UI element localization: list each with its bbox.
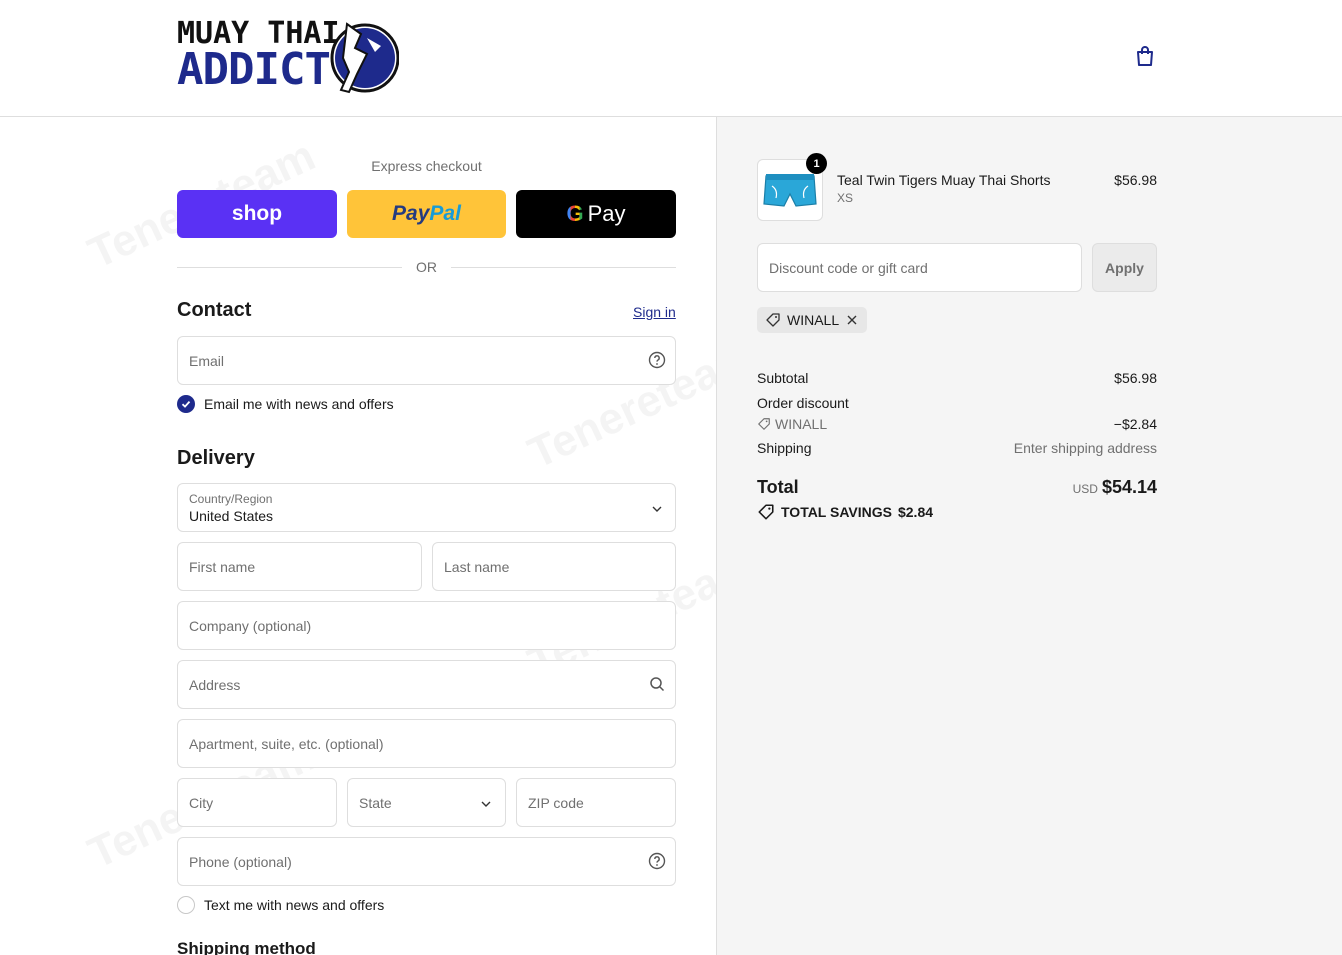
shopping-bag-icon[interactable] bbox=[1133, 44, 1157, 68]
fighter-emblem-icon bbox=[330, 22, 399, 94]
search-icon bbox=[650, 677, 665, 692]
email-news-checkbox-row[interactable]: Email me with news and offers bbox=[177, 394, 394, 414]
apartment-placeholder: Apartment, suite, etc. (optional) bbox=[189, 736, 384, 752]
google-g-icon: G bbox=[566, 201, 584, 226]
or-divider: OR bbox=[177, 259, 676, 275]
total-amount-row: USD $54.14 bbox=[957, 477, 1157, 498]
paypal-label-part1: Pay bbox=[392, 202, 430, 225]
total-label: Total bbox=[757, 477, 799, 497]
product-variant: XS bbox=[837, 191, 854, 205]
country-label: Country/Region bbox=[189, 492, 273, 506]
total-value: $54.14 bbox=[1101, 477, 1157, 497]
state-select[interactable]: State bbox=[347, 778, 506, 827]
discount-code-text: WINALL bbox=[775, 416, 828, 432]
city-field[interactable]: City bbox=[177, 778, 337, 827]
discount-placeholder: Discount code or gift card bbox=[769, 260, 928, 276]
logo-line-2: ADDICT bbox=[177, 44, 331, 95]
last-name-field[interactable]: Last name bbox=[432, 542, 676, 591]
total-savings: TOTAL SAVINGS $2.84 bbox=[757, 503, 933, 521]
shipping-method-title: Shipping method bbox=[177, 939, 316, 955]
apartment-field[interactable]: Apartment, suite, etc. (optional) bbox=[177, 719, 676, 768]
header: MUAY THAI ADDICT bbox=[0, 0, 1342, 117]
google-pay-button[interactable]: G Pay bbox=[516, 190, 676, 238]
shipping-value: Enter shipping address bbox=[1013, 440, 1157, 456]
first-name-field[interactable]: First name bbox=[177, 542, 422, 591]
google-pay-label: Pay bbox=[587, 201, 626, 226]
applied-discount-tag: WINALL bbox=[757, 307, 868, 333]
email-news-label: Email me with news and offers bbox=[204, 396, 394, 412]
discount-code-input[interactable]: Discount code or gift card bbox=[757, 243, 1082, 292]
savings-value: $2.84 bbox=[897, 504, 934, 520]
tag-icon bbox=[758, 504, 774, 520]
zip-field[interactable]: ZIP code bbox=[516, 778, 676, 827]
shop-pay-button[interactable]: shop bbox=[177, 190, 337, 238]
email-placeholder: Email bbox=[189, 353, 225, 369]
sign-in-link[interactable]: Sign in bbox=[633, 304, 676, 320]
quantity-badge: 1 bbox=[806, 153, 827, 174]
email-news-checkbox[interactable] bbox=[177, 395, 195, 413]
tag-icon bbox=[758, 418, 770, 430]
or-label: OR bbox=[416, 259, 437, 275]
discount-value: −$2.84 bbox=[1113, 416, 1157, 432]
product-name: Teal Twin Tigers Muay Thai Shorts bbox=[837, 172, 1051, 188]
country-value: United States bbox=[189, 508, 274, 524]
delivery-title: Delivery bbox=[177, 447, 255, 469]
text-offers-checkbox[interactable] bbox=[177, 896, 195, 914]
phone-placeholder: Phone (optional) bbox=[189, 854, 292, 870]
apply-label: Apply bbox=[1105, 259, 1144, 276]
apply-discount-button[interactable]: Apply bbox=[1092, 243, 1157, 292]
address-field[interactable]: Address bbox=[177, 660, 676, 709]
company-field[interactable]: Company (optional) bbox=[177, 601, 676, 650]
phone-field[interactable]: Phone (optional) bbox=[177, 837, 676, 886]
paypal-button[interactable]: Pay Pal bbox=[347, 190, 506, 238]
contact-title: Contact bbox=[177, 299, 252, 321]
product-price: $56.98 bbox=[1114, 172, 1157, 188]
currency-code: USD bbox=[1072, 482, 1098, 496]
first-name-placeholder: First name bbox=[189, 559, 256, 575]
last-name-placeholder: Last name bbox=[444, 559, 510, 575]
discount-code-row: WINALL bbox=[757, 416, 827, 432]
store-logo[interactable]: MUAY THAI ADDICT bbox=[177, 14, 399, 98]
subtotal-value: $56.98 bbox=[1114, 370, 1157, 386]
country-select[interactable]: Country/Region United States bbox=[177, 483, 676, 532]
close-icon[interactable] bbox=[845, 313, 859, 327]
company-placeholder: Company (optional) bbox=[189, 618, 312, 634]
chevron-down-icon bbox=[481, 801, 491, 807]
paypal-label-part2: Pal bbox=[429, 202, 461, 225]
help-icon[interactable] bbox=[648, 852, 666, 870]
help-icon[interactable] bbox=[648, 351, 666, 369]
check-icon bbox=[181, 400, 191, 408]
shipping-label: Shipping bbox=[757, 440, 812, 456]
chevron-down-icon bbox=[652, 506, 662, 512]
text-offers-label: Text me with news and offers bbox=[204, 897, 385, 913]
order-discount-label: Order discount bbox=[757, 395, 849, 411]
applied-code-label: WINALL bbox=[787, 312, 840, 328]
state-placeholder: State bbox=[359, 795, 392, 811]
text-offers-checkbox-row[interactable]: Text me with news and offers bbox=[177, 895, 384, 915]
savings-label: TOTAL SAVINGS bbox=[781, 504, 892, 520]
address-placeholder: Address bbox=[189, 677, 241, 693]
express-checkout-label: Express checkout bbox=[371, 158, 482, 174]
zip-placeholder: ZIP code bbox=[528, 795, 584, 811]
tag-icon bbox=[766, 313, 780, 327]
email-field[interactable]: Email bbox=[177, 336, 676, 385]
shop-pay-label: shop bbox=[231, 202, 283, 225]
city-placeholder: City bbox=[189, 795, 214, 811]
subtotal-label: Subtotal bbox=[757, 370, 809, 386]
